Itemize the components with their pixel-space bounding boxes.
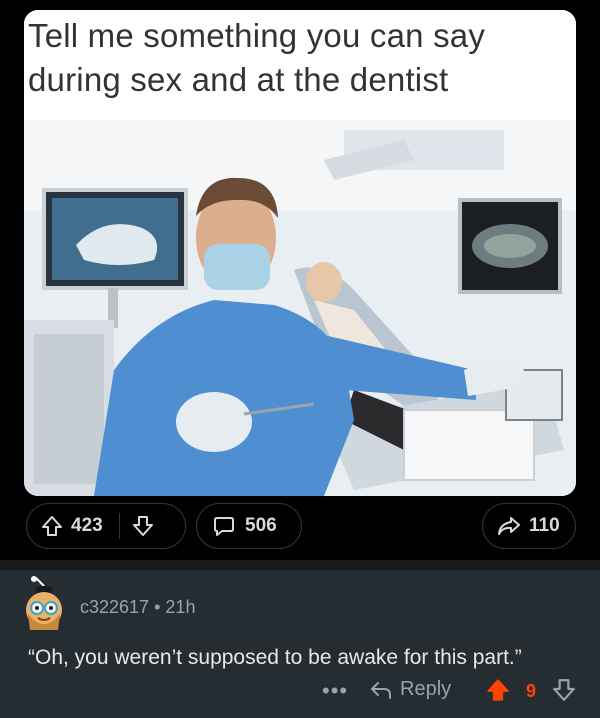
dentist-photo <box>24 120 576 496</box>
comment-text: “Oh, you weren’t supposed to be awake fo… <box>28 646 522 669</box>
reply-arrow-icon <box>370 680 392 700</box>
post: Tell me something you can say during sex… <box>0 0 600 560</box>
share-arrow-icon <box>497 515 521 537</box>
downvote-icon[interactable] <box>132 515 154 537</box>
post-image[interactable]: Tell me something you can say during sex… <box>24 10 576 496</box>
post-action-bar: 423 506 110 <box>0 503 600 549</box>
meme-caption: Tell me something you can say during sex… <box>24 10 576 120</box>
comment-score: 9 <box>526 681 537 701</box>
comment-meta: c322617 • 21h <box>80 597 195 618</box>
avatar[interactable] <box>22 576 66 634</box>
vote-control: 423 <box>26 503 186 549</box>
username[interactable]: c322617 <box>80 597 149 617</box>
comment: c322617 • 21h “Oh, you weren’t supposed … <box>0 570 600 718</box>
comment-age: 21h <box>165 597 196 617</box>
vote-separator <box>118 513 120 539</box>
upvote-icon[interactable] <box>41 515 63 537</box>
comment-action-bar: ••• Reply 9 <box>0 676 600 706</box>
comment-upvote-icon[interactable] <box>486 678 510 707</box>
comment-bubble-icon <box>213 515 235 537</box>
share-button[interactable]: 110 <box>482 503 576 549</box>
meme-caption-line1: Tell me something you can say <box>28 17 486 54</box>
comments-button[interactable]: 506 <box>196 503 302 549</box>
comment-downvote-icon[interactable] <box>552 678 576 707</box>
section-divider <box>0 560 600 570</box>
more-options-button[interactable]: ••• <box>322 678 348 704</box>
meta-separator: • <box>154 597 161 617</box>
share-count: 110 <box>529 515 560 536</box>
reply-button[interactable]: Reply <box>370 678 451 701</box>
meme-caption-line2: during sex and at the dentist <box>28 61 449 98</box>
reply-label: Reply <box>400 678 452 700</box>
comment-count: 506 <box>245 515 277 536</box>
upvote-count: 423 <box>71 515 103 536</box>
